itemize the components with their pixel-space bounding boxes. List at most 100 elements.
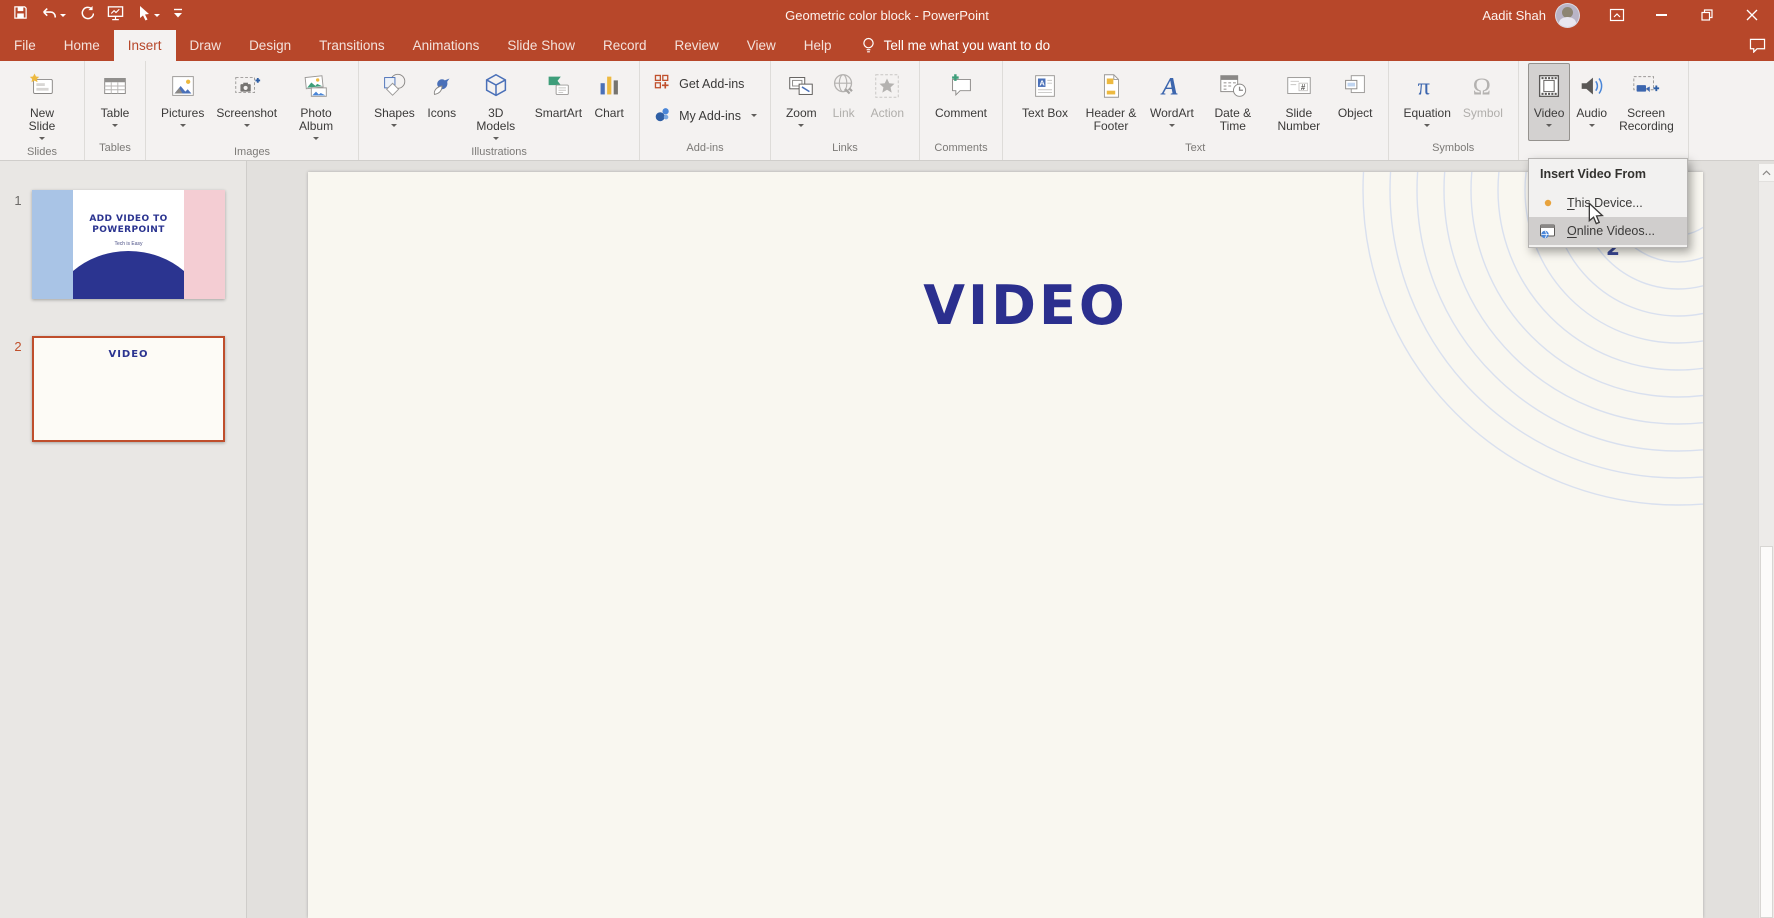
ribbon-button-get-add-ins[interactable]: Get Add-ins: [653, 73, 744, 94]
tab-insert[interactable]: Insert: [114, 30, 176, 61]
restore-button[interactable]: [1684, 0, 1729, 30]
close-button[interactable]: [1729, 0, 1774, 30]
ribbon-button-action: Action: [865, 63, 910, 141]
ribbon-button-shapes[interactable]: Shapes: [368, 63, 421, 145]
object-icon: [1340, 68, 1370, 104]
ribbon-button-label: Get Add-ins: [679, 77, 744, 91]
slide-title-text[interactable]: VIDEO: [328, 274, 1703, 337]
minimize-button[interactable]: [1639, 0, 1684, 30]
ribbon-group-label: Tables: [94, 141, 136, 160]
save-button[interactable]: [13, 3, 28, 27]
tab-review[interactable]: Review: [661, 30, 733, 61]
ribbon-button-date-time[interactable]: Date & Time: [1200, 63, 1266, 141]
tab-help[interactable]: Help: [790, 30, 846, 61]
tab-draw[interactable]: Draw: [176, 30, 236, 61]
tell-me-label: Tell me what you want to do: [884, 38, 1051, 53]
slide-number-icon: #: [1284, 68, 1314, 104]
menu-item-online-videos[interactable]: Online Videos...: [1529, 217, 1687, 245]
account-name[interactable]: Aadit Shah: [1482, 8, 1546, 23]
user-avatar[interactable]: [1555, 3, 1580, 28]
thumb-navy-dome: [73, 251, 184, 299]
ribbon-button-3d-models[interactable]: 3D Models: [463, 63, 529, 145]
ribbon-button-header-footer[interactable]: Header & Footer: [1078, 63, 1144, 141]
ribbon-group-label: Comments: [929, 141, 993, 160]
thumb-pink-band: [184, 190, 225, 299]
ribbon-button-label: Audio: [1576, 107, 1607, 120]
tab-view[interactable]: View: [733, 30, 790, 61]
menu-item-label: This Device...: [1567, 196, 1643, 210]
ribbon-group-label: Symbols: [1398, 141, 1509, 160]
tell-me-box[interactable]: Tell me what you want to do: [846, 30, 1061, 61]
scrollbar-thumb[interactable]: [1760, 546, 1773, 918]
tab-record[interactable]: Record: [589, 30, 661, 61]
ribbon-button-screen-recording[interactable]: Screen Recording: [1613, 63, 1679, 141]
slide-thumbnail-2[interactable]: VIDEO: [32, 336, 225, 442]
dropdown-caret-icon: [154, 14, 160, 20]
dropdown-caret-icon: [1424, 124, 1430, 130]
ribbon-button-label: Pictures: [161, 107, 204, 120]
online-video-icon: [1538, 223, 1558, 239]
scroll-up-button[interactable]: [1759, 164, 1774, 182]
comments-button[interactable]: [1749, 38, 1766, 58]
tab-home[interactable]: Home: [50, 30, 114, 61]
ribbon-button-label: My Add-ins: [679, 109, 741, 123]
dropdown-caret-icon: [1169, 124, 1175, 130]
dropdown-caret-icon: [751, 114, 757, 120]
bullet-dot-icon: [1538, 195, 1558, 211]
my-add-ins-icon: [653, 105, 671, 126]
ribbon-button-wordart[interactable]: AWordArt: [1144, 63, 1200, 141]
ribbon-tab-row: FileHomeInsertDrawDesignTransitionsAnima…: [0, 30, 1774, 61]
redo-button[interactable]: [79, 3, 94, 27]
thumb-subtitle: Tech is Easy: [73, 241, 184, 247]
ribbon-button-comment[interactable]: Comment: [929, 63, 993, 141]
wordart-icon: A: [1157, 68, 1187, 104]
tab-file[interactable]: File: [0, 30, 50, 61]
ribbon-button-equation[interactable]: πEquation: [1398, 63, 1457, 141]
slide-canvas[interactable]: VIDEO 2: [308, 172, 1703, 918]
ribbon-button-zoom[interactable]: Zoom: [780, 63, 823, 141]
ribbon-group-tables: TableTables: [85, 61, 146, 160]
ribbon-button-my-add-ins[interactable]: My Add-ins: [653, 105, 757, 126]
slide-thumbnail-row-2: 2VIDEO: [4, 336, 246, 442]
ribbon-button-label: Slide Number: [1272, 107, 1326, 133]
tab-slide-show[interactable]: Slide Show: [493, 30, 589, 61]
ribbon-button-audio[interactable]: Audio: [1570, 63, 1613, 141]
ribbon-display-options-button[interactable]: [1594, 0, 1639, 30]
symbol-icon: Ω: [1468, 68, 1498, 104]
dropdown-caret-icon: [1546, 124, 1552, 130]
ribbon-group-label: Text: [1012, 141, 1378, 160]
customize-toolbar-button[interactable]: [173, 3, 183, 27]
vertical-scrollbar[interactable]: [1758, 164, 1774, 918]
ribbon-button-label: Zoom: [786, 107, 817, 120]
ribbon-button-label: Screen Recording: [1619, 107, 1673, 133]
menu-item-label: Online Videos...: [1567, 224, 1655, 238]
ribbon-group-add-ins: Get Add-insMy Add-insAdd-ins: [640, 61, 771, 160]
ribbon-button-table[interactable]: Table: [94, 63, 136, 141]
ribbon-button-pictures[interactable]: Pictures: [155, 63, 210, 145]
screen-recording-icon: [1631, 68, 1661, 104]
ribbon-button-new-slide[interactable]: New Slide: [9, 63, 75, 145]
new-slide-icon: [27, 68, 57, 104]
ribbon-button-screenshot[interactable]: Screenshot: [210, 63, 283, 145]
slide-thumbnail-1[interactable]: ADD VIDEO TOPOWERPOINTTech is Easy: [32, 190, 225, 299]
tab-animations[interactable]: Animations: [399, 30, 494, 61]
menu-item-this-device[interactable]: This Device...: [1529, 189, 1687, 217]
icons-icon: [427, 68, 457, 104]
pen-mode-button[interactable]: [137, 3, 160, 27]
undo-button[interactable]: [41, 3, 66, 27]
ribbon-button-video[interactable]: Video: [1528, 63, 1570, 141]
tab-design[interactable]: Design: [235, 30, 305, 61]
ribbon-button-slide-number[interactable]: # Slide Number: [1266, 63, 1332, 141]
ribbon-button-label: Date & Time: [1206, 107, 1260, 133]
ribbon-button-object[interactable]: Object: [1332, 63, 1379, 141]
start-slideshow-button[interactable]: [107, 3, 124, 27]
slide-thumbnail-panel: 1ADD VIDEO TOPOWERPOINTTech is Easy2VIDE…: [0, 161, 247, 918]
ribbon-button-label: Screenshot: [216, 107, 277, 120]
ribbon-button-photo-album[interactable]: Photo Album: [283, 63, 349, 145]
ribbon-button-chart[interactable]: Chart: [588, 63, 630, 145]
ribbon-button-smartart[interactable]: SmartArt: [529, 63, 588, 145]
ribbon-button-text-box[interactable]: AText Box: [1012, 63, 1078, 141]
ribbon-button-icons[interactable]: Icons: [421, 63, 463, 145]
tab-transitions[interactable]: Transitions: [305, 30, 399, 61]
ribbon-display-icon: [1609, 7, 1625, 23]
